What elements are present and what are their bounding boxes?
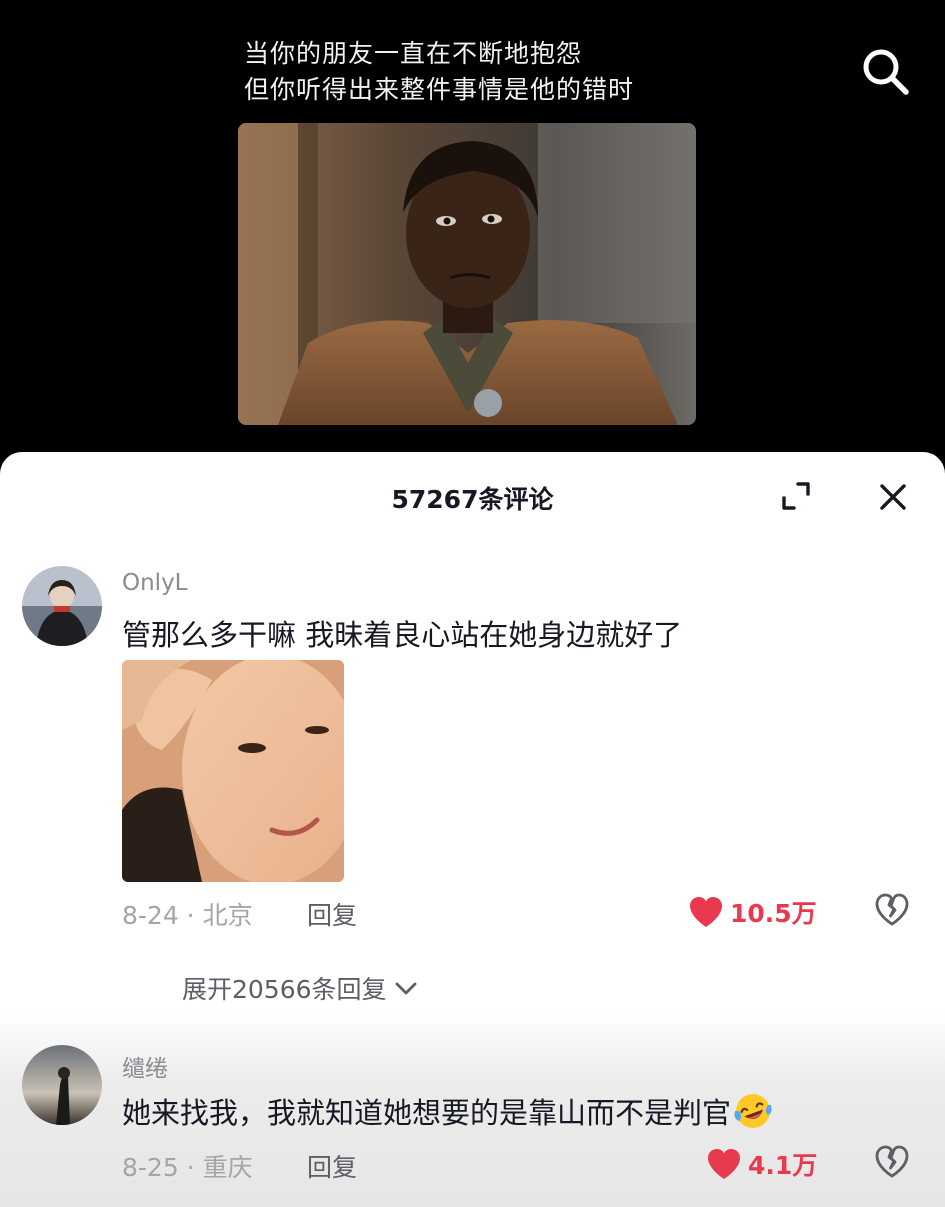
expand-panel-button[interactable]	[778, 478, 814, 514]
close-panel-button[interactable]	[874, 478, 912, 516]
chevron-down-icon	[395, 982, 416, 995]
expand-replies-label: 展开20566条回复	[182, 975, 387, 1004]
comment-text: 管那么多干嘛 我昧着良心站在她身边就好了	[122, 618, 683, 652]
video-caption: 当你的朋友一直在不断地抱怨 但你听得出来整件事情是他的错时	[244, 36, 634, 108]
comment-username[interactable]: OnlyL	[122, 570, 188, 596]
avatar[interactable]	[22, 1045, 102, 1125]
dislike-button[interactable]	[874, 892, 910, 928]
caption-line-1: 当你的朋友一直在不断地抱怨	[244, 39, 583, 68]
comments-panel: 57267条评论 OnlyL 管那么多干嘛 我昧着良心站在她身边就好了 8-24…	[0, 452, 945, 1207]
like-button[interactable]: 4.1万	[706, 1146, 817, 1182]
comment-text-content: 她来找我，我就知道她想要的是靠山而不是判官	[122, 1096, 732, 1130]
comment-image[interactable]	[122, 660, 344, 882]
heart-icon	[708, 1149, 740, 1179]
broken-heart-icon	[875, 1145, 909, 1178]
close-icon	[880, 484, 906, 510]
comment-text: 她来找我，我就知道她想要的是靠山而不是判官	[122, 1090, 773, 1132]
video-frame[interactable]	[238, 123, 696, 425]
search-button[interactable]	[858, 44, 914, 100]
video-still-image	[238, 123, 696, 425]
expand-icon	[782, 482, 810, 510]
dislike-button[interactable]	[874, 1144, 910, 1180]
avatar-image	[22, 1045, 102, 1125]
comment-username[interactable]: 缱绻	[122, 1049, 168, 1083]
reply-button[interactable]: 回复	[307, 896, 357, 932]
like-button[interactable]: 10.5万	[688, 894, 817, 930]
like-count: 4.1万	[748, 1151, 818, 1180]
comment-date-location: 8-24 · 北京	[122, 901, 253, 930]
comment-photo	[122, 660, 344, 882]
caption-line-2: 但你听得出来整件事情是他的错时	[244, 75, 635, 104]
avatar[interactable]	[22, 566, 102, 646]
comment-date-location: 8-25 · 重庆	[122, 1153, 253, 1182]
video-area[interactable]: 当你的朋友一直在不断地抱怨 但你听得出来整件事情是他的错时	[0, 0, 945, 460]
reply-button[interactable]: 回复	[307, 1148, 357, 1184]
search-icon	[863, 49, 909, 95]
broken-heart-icon	[875, 893, 909, 926]
like-count: 10.5万	[730, 899, 817, 928]
heart-icon	[690, 897, 722, 927]
laughing-tears-emoji	[734, 1094, 772, 1128]
avatar-image	[22, 566, 102, 646]
expand-replies-button[interactable]: 展开20566条回复	[182, 970, 419, 1006]
